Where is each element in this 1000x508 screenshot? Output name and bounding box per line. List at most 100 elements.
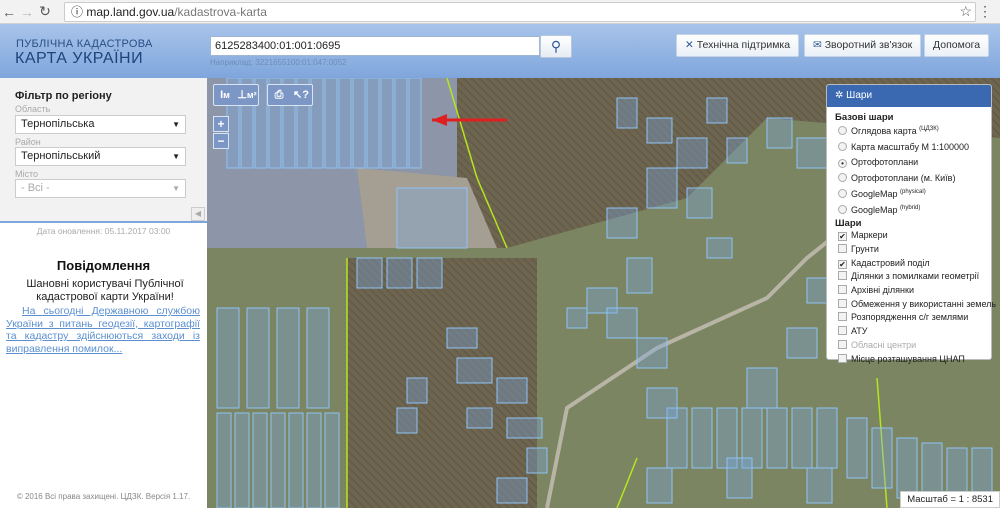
parcel[interactable] bbox=[288, 412, 304, 508]
parcel[interactable] bbox=[356, 257, 383, 289]
checkbox-icon[interactable] bbox=[838, 339, 847, 349]
radio-icon[interactable] bbox=[838, 204, 847, 214]
checkbox-icon[interactable] bbox=[838, 353, 847, 363]
layer-checkbox[interactable]: Обласні центри bbox=[827, 339, 991, 353]
parcel[interactable] bbox=[252, 412, 268, 508]
support-button[interactable]: ✕ Технічна підтримка bbox=[676, 34, 800, 57]
parcel[interactable] bbox=[796, 137, 828, 169]
parcel[interactable] bbox=[646, 117, 673, 144]
parcel[interactable] bbox=[786, 327, 818, 359]
print-icon[interactable]: ⎙ bbox=[268, 85, 290, 105]
parcel[interactable] bbox=[726, 457, 753, 499]
parcel[interactable] bbox=[676, 137, 708, 169]
oblast-select[interactable]: Тернопільська ▼ bbox=[15, 115, 186, 134]
zoom-out-button[interactable]: − bbox=[213, 133, 229, 149]
parcel[interactable] bbox=[506, 417, 543, 439]
parcel[interactable] bbox=[324, 412, 340, 508]
reload-icon[interactable]: ↻ bbox=[36, 3, 54, 20]
address-bar[interactable]: ⓘ map.land.gov.ua/kadastrova-karta bbox=[64, 2, 976, 22]
layer-checkbox[interactable]: Ділянки з помилками геометрії bbox=[827, 270, 991, 284]
checkbox-icon[interactable] bbox=[838, 312, 847, 322]
base-layer-radio[interactable]: • Ортофотоплани bbox=[827, 154, 991, 170]
city-select[interactable]: - Всі - ▼ bbox=[15, 179, 186, 198]
measure-area-button[interactable]: ⊥м² bbox=[236, 85, 258, 105]
parcel[interactable] bbox=[646, 467, 673, 504]
parcel[interactable] bbox=[686, 187, 713, 219]
radio-icon[interactable] bbox=[838, 188, 847, 198]
layer-checkbox[interactable]: Місце розташування ЦНАП bbox=[827, 353, 991, 367]
parcel[interactable] bbox=[606, 207, 638, 239]
checkbox-icon[interactable]: ✔ bbox=[838, 232, 847, 242]
parcel[interactable] bbox=[338, 78, 352, 169]
parcel[interactable] bbox=[816, 407, 838, 469]
parcel[interactable] bbox=[234, 412, 250, 508]
parcel[interactable] bbox=[691, 407, 713, 469]
parcel[interactable] bbox=[216, 412, 232, 508]
notice-link[interactable]: На сьогодні Державною службою України з … bbox=[6, 305, 200, 355]
parcel[interactable] bbox=[746, 367, 778, 409]
parcel[interactable] bbox=[606, 307, 638, 339]
parcel[interactable] bbox=[408, 78, 422, 169]
base-layer-radio[interactable]: GoogleMap (hybrid) bbox=[827, 202, 991, 218]
checkbox-icon[interactable]: ✔ bbox=[838, 259, 847, 269]
parcel[interactable] bbox=[496, 377, 528, 404]
search-button[interactable]: ⚲ bbox=[540, 35, 572, 58]
forward-icon[interactable]: → bbox=[18, 4, 36, 20]
radio-icon[interactable] bbox=[838, 141, 847, 151]
parcel[interactable] bbox=[306, 412, 322, 508]
parcel[interactable] bbox=[726, 137, 748, 164]
parcel[interactable] bbox=[871, 427, 893, 489]
layer-checkbox[interactable]: АТУ bbox=[827, 325, 991, 339]
zoom-in-button[interactable]: + bbox=[213, 116, 229, 132]
layer-checkbox[interactable]: Розпорядження с/г землями bbox=[827, 311, 991, 325]
layer-checkbox[interactable]: ✔ Маркери bbox=[827, 229, 991, 243]
base-layer-radio[interactable]: Оглядова карта (ЦДЗК) bbox=[827, 123, 991, 139]
back-icon[interactable]: ← bbox=[0, 4, 18, 20]
parcel[interactable] bbox=[352, 78, 366, 169]
parcel[interactable] bbox=[306, 307, 330, 409]
parcel[interactable] bbox=[636, 337, 668, 369]
parcel[interactable] bbox=[394, 78, 408, 169]
parcel[interactable] bbox=[246, 307, 270, 409]
parcel[interactable] bbox=[216, 307, 240, 409]
parcel[interactable] bbox=[766, 117, 793, 149]
parcel[interactable] bbox=[270, 412, 286, 508]
parcel[interactable] bbox=[706, 237, 733, 259]
parcel[interactable] bbox=[380, 78, 394, 169]
parcel[interactable] bbox=[276, 307, 300, 409]
layer-checkbox[interactable]: Грунти bbox=[827, 243, 991, 257]
parcel[interactable] bbox=[446, 327, 478, 349]
parcel[interactable] bbox=[896, 437, 918, 499]
browser-menu-icon[interactable]: ⋮ bbox=[978, 3, 992, 20]
parcel[interactable] bbox=[646, 387, 678, 419]
radio-icon[interactable] bbox=[838, 173, 847, 183]
parcel[interactable] bbox=[806, 467, 833, 504]
layer-checkbox[interactable]: Архівні ділянки bbox=[827, 284, 991, 298]
parcel[interactable] bbox=[324, 78, 338, 169]
checkbox-icon[interactable] bbox=[838, 326, 847, 336]
parcel[interactable] bbox=[846, 417, 868, 479]
parcel[interactable] bbox=[566, 307, 588, 329]
parcel[interactable] bbox=[626, 257, 653, 294]
layer-checkbox[interactable]: ✔ Кадастровий поділ bbox=[827, 257, 991, 271]
identify-icon[interactable]: ↖? bbox=[290, 85, 312, 105]
base-layer-radio[interactable]: Карта масштабу М 1:100000 bbox=[827, 139, 991, 155]
collapse-sidebar-button[interactable]: ◀ bbox=[191, 207, 205, 221]
checkbox-icon[interactable] bbox=[838, 285, 847, 295]
parcel[interactable] bbox=[366, 78, 380, 169]
base-layer-radio[interactable]: Ортофотоплани (м. Київ) bbox=[827, 170, 991, 186]
parcel[interactable] bbox=[646, 167, 678, 209]
parcel[interactable] bbox=[496, 477, 528, 504]
raion-select[interactable]: Тернопільський ▼ bbox=[15, 147, 186, 166]
parcel[interactable] bbox=[456, 357, 493, 384]
parcel[interactable] bbox=[706, 97, 728, 124]
help-button[interactable]: Допомога bbox=[924, 34, 989, 57]
checkbox-icon[interactable] bbox=[838, 271, 847, 281]
radio-icon[interactable]: • bbox=[838, 159, 847, 169]
feedback-button[interactable]: ✉ Зворотний зв'язок bbox=[804, 34, 922, 57]
radio-icon[interactable] bbox=[838, 126, 847, 135]
parcel[interactable] bbox=[766, 407, 788, 469]
parcel[interactable] bbox=[526, 447, 548, 474]
cadastral-search-input[interactable]: 6125283400:01:001:0695 bbox=[210, 36, 540, 56]
parcel[interactable] bbox=[396, 407, 418, 434]
